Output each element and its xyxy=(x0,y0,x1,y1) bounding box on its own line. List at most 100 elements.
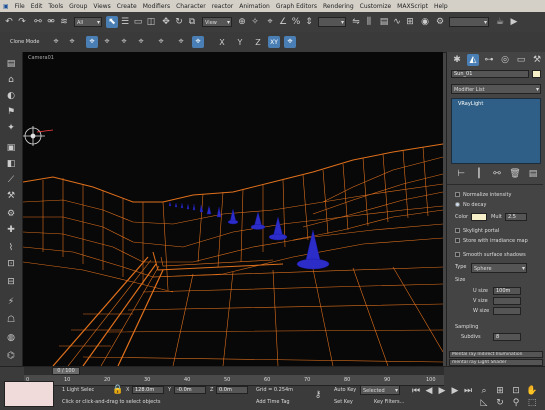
select-move-icon[interactable]: ✥ xyxy=(160,16,172,28)
menu-edit[interactable]: Edit xyxy=(28,3,46,10)
tool-icon-16[interactable]: ☖ xyxy=(5,314,17,326)
normalize-intensity-checkbox[interactable] xyxy=(455,192,460,197)
snap-tool-icon-8[interactable]: ⌖ xyxy=(175,36,187,48)
render-last-icon[interactable]: ▶ xyxy=(508,16,520,28)
key-mode-dropdown[interactable]: Selected xyxy=(360,385,400,396)
render-setup-icon[interactable]: ⚙ xyxy=(434,16,446,28)
menu-character[interactable]: Character xyxy=(173,3,209,10)
redo-icon[interactable]: ↷ xyxy=(16,16,28,28)
pivot-center-icon[interactable]: ⊕ xyxy=(236,16,248,28)
snap-toggle-icon[interactable]: ⌖ xyxy=(264,16,276,28)
manipulate-icon[interactable]: ✧ xyxy=(249,16,261,28)
viewport-label[interactable]: Camera01 xyxy=(28,55,54,61)
tool-icon-18[interactable]: ⌬ xyxy=(5,350,17,362)
tool-icon-10[interactable]: ⚙ xyxy=(5,208,17,220)
tool-icon-2[interactable]: ⌂ xyxy=(5,74,17,86)
tool-icon-7[interactable]: ◧ xyxy=(5,158,17,170)
y-coord-field[interactable]: -0.0m xyxy=(174,386,206,394)
auto-key-button[interactable]: Auto Key xyxy=(334,387,356,393)
snap-tool-icon-2[interactable]: ⌖ xyxy=(66,36,78,48)
play-icon[interactable]: ▶ xyxy=(436,385,448,397)
percent-snap-icon[interactable]: % xyxy=(290,16,302,28)
camera-viewport[interactable]: Camera01 xyxy=(23,52,443,366)
snap-tool-icon-5[interactable]: ⌖ xyxy=(118,36,130,48)
menu-animation[interactable]: Animation xyxy=(236,3,273,10)
smooth-surface-checkbox[interactable] xyxy=(455,252,460,257)
maximize-viewport-icon[interactable]: ⬚ xyxy=(526,397,538,409)
tool-icon-13[interactable]: ⊡ xyxy=(5,258,17,270)
window-crossing-icon[interactable]: ◫ xyxy=(145,16,157,28)
axis-constraint-icon[interactable]: ⌖ xyxy=(284,36,296,48)
time-slider-thumb[interactable]: 0 / 100 xyxy=(52,367,80,375)
store-irradiance-checkbox[interactable] xyxy=(455,238,460,243)
menu-views[interactable]: Views xyxy=(90,3,113,10)
subdivs-field[interactable]: 8 xyxy=(493,333,521,341)
display-tab-icon[interactable]: ▭ xyxy=(515,54,527,66)
remove-modifier-icon[interactable]: 🗑 xyxy=(509,168,521,180)
snap-tool-icon-4[interactable]: ⌖ xyxy=(101,36,113,48)
mult-field[interactable]: 2.5 xyxy=(505,213,527,221)
z-coord-field[interactable]: 0.0m xyxy=(216,386,248,394)
pin-stack-icon[interactable]: ⊢ xyxy=(455,168,467,180)
tool-icon-5[interactable]: ✦ xyxy=(5,122,17,134)
axis-xy-button[interactable]: XY xyxy=(268,36,280,48)
bind-spacewarp-icon[interactable]: ≋ xyxy=(58,16,70,28)
next-frame-icon[interactable]: ▶ xyxy=(449,385,461,397)
skylight-portal-checkbox[interactable] xyxy=(455,228,460,233)
lock-selection-icon[interactable]: 🔒 xyxy=(112,384,124,396)
v-size-field[interactable] xyxy=(493,297,521,305)
make-unique-icon[interactable]: ⚯ xyxy=(491,168,503,180)
axis-y-button[interactable]: Y xyxy=(234,36,246,48)
selection-filter-dropdown[interactable]: All xyxy=(74,17,102,28)
menu-modifiers[interactable]: Modifiers xyxy=(140,3,173,10)
tool-icon-8[interactable]: ⟋ xyxy=(5,174,17,186)
tool-icon-15[interactable]: ⚡ xyxy=(5,296,17,308)
select-scale-icon[interactable]: ⧉ xyxy=(186,16,198,28)
angle-snap-icon[interactable]: ∠ xyxy=(277,16,289,28)
goto-end-icon[interactable]: ⏭ xyxy=(462,385,474,397)
utilities-tab-icon[interactable]: ⚒ xyxy=(531,54,543,66)
rollout-light-shader[interactable]: mental ray Light Shader xyxy=(449,359,543,366)
undo-icon[interactable]: ↶ xyxy=(3,16,15,28)
key-icon[interactable]: ⚷ xyxy=(312,389,324,401)
menu-help[interactable]: Help xyxy=(431,3,451,10)
object-color-swatch[interactable] xyxy=(532,70,541,78)
u-size-field[interactable]: 100m xyxy=(493,287,521,295)
walk-icon[interactable]: ⚲ xyxy=(510,397,522,409)
menu-customize[interactable]: Customize xyxy=(357,3,395,10)
render-type-dropdown[interactable] xyxy=(449,17,489,28)
curve-editor-icon[interactable]: ∿ xyxy=(391,16,403,28)
tool-icon-4[interactable]: ⚑ xyxy=(5,106,17,118)
mirror-icon[interactable]: ⇋ xyxy=(350,16,362,28)
tool-icon-9[interactable]: ⚒ xyxy=(5,190,17,202)
motion-tab-icon[interactable]: ◎ xyxy=(499,54,511,66)
layer-manager-icon[interactable]: ▤ xyxy=(378,16,390,28)
spinner-snap-icon[interactable]: ⇕ xyxy=(303,16,315,28)
snap-tool-icon-7[interactable]: ⌖ xyxy=(155,36,167,48)
show-end-result-icon[interactable]: ┃ xyxy=(473,168,485,180)
hierarchy-tab-icon[interactable]: ⊶ xyxy=(483,54,495,66)
menu-file[interactable]: File xyxy=(12,3,28,10)
menu-create[interactable]: Create xyxy=(114,3,140,10)
named-selection-dropdown[interactable] xyxy=(318,17,346,28)
maxscript-listener[interactable] xyxy=(4,381,54,407)
type-dropdown[interactable]: Sphere xyxy=(471,263,527,274)
menu-maxscript[interactable]: MAXScript xyxy=(394,3,431,10)
tool-icon-14[interactable]: ⊟ xyxy=(5,276,17,288)
app-icon[interactable]: ▣ xyxy=(0,3,12,10)
fov-icon[interactable]: ◺ xyxy=(478,397,490,409)
menu-tools[interactable]: Tools xyxy=(45,3,66,10)
tool-icon-1[interactable]: ▤ xyxy=(5,58,17,70)
create-tab-icon[interactable]: ✱ xyxy=(451,54,463,66)
x-coord-field[interactable]: 128.0m xyxy=(132,386,164,394)
no-decay-radio[interactable] xyxy=(455,202,460,207)
menu-reactor[interactable]: reactor xyxy=(209,3,237,10)
select-object-icon[interactable]: ⬉ xyxy=(106,16,118,28)
tool-icon-12[interactable]: ⌇ xyxy=(5,242,17,254)
quick-render-icon[interactable]: ☕ xyxy=(494,16,506,28)
link-icon[interactable]: ⚯ xyxy=(32,16,44,28)
tool-icon-3[interactable]: ◐ xyxy=(5,90,17,102)
tool-icon-17[interactable]: ◍ xyxy=(5,332,17,344)
axis-z-button[interactable]: Z xyxy=(252,36,264,48)
snap-tool-icon-3[interactable]: ⌖ xyxy=(86,36,98,48)
